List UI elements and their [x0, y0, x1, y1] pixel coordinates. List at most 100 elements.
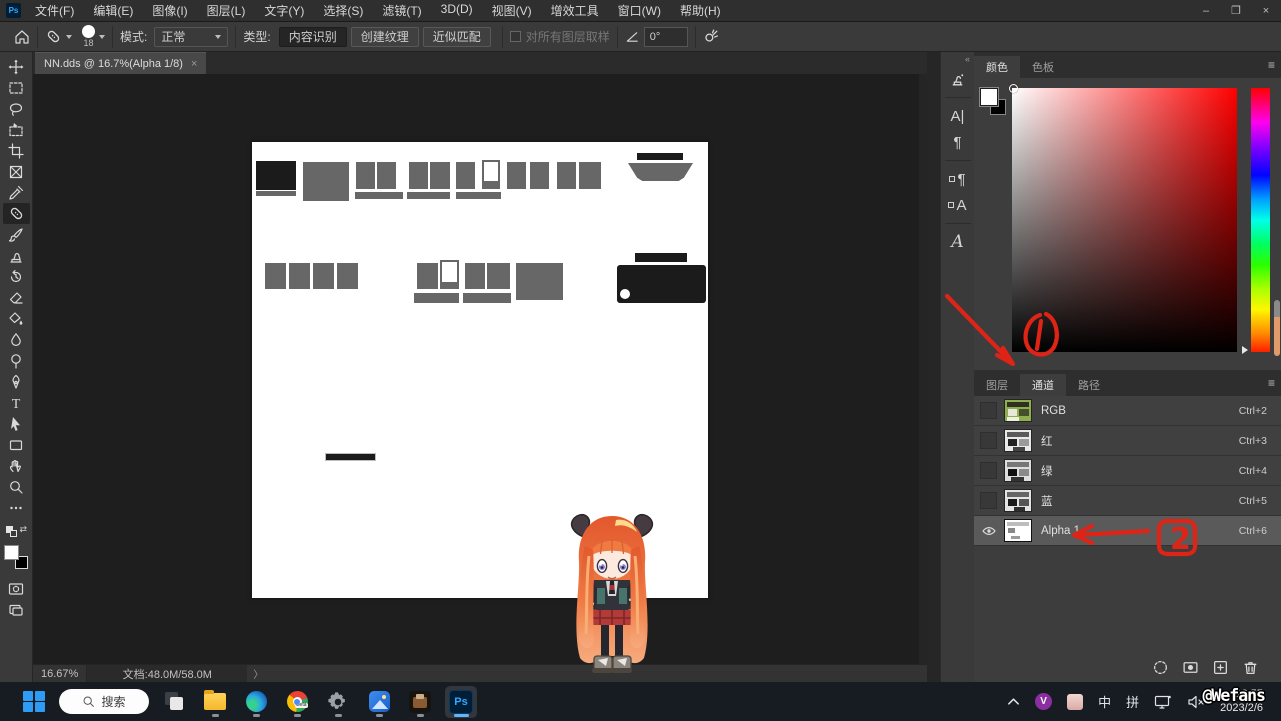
delete-channel-icon[interactable] — [1242, 659, 1259, 676]
ime-language-indicator[interactable]: 中 — [1098, 692, 1111, 711]
tray-avatar-icon[interactable] — [1067, 694, 1083, 710]
menu-help[interactable]: 帮助(H) — [680, 2, 721, 19]
tool-eyedropper[interactable] — [3, 182, 30, 203]
panel-menu-icon[interactable]: ≡ — [1268, 58, 1275, 72]
visibility-checkbox[interactable] — [980, 492, 997, 509]
swap-colors-icon[interactable]: ⇄ — [5, 524, 27, 536]
edge-button[interactable] — [240, 686, 272, 718]
menu-3d[interactable]: 3D(D) — [441, 2, 473, 19]
tab-close-icon[interactable]: × — [191, 58, 197, 70]
zoom-level-field[interactable]: 16.67% — [33, 665, 87, 682]
photoshop-taskbar-button[interactable]: Ps — [445, 686, 477, 718]
angle-input[interactable]: 0° — [644, 27, 688, 47]
foreground-background-swatches[interactable] — [3, 544, 29, 570]
pressure-icon[interactable] — [703, 28, 720, 45]
task-view-button[interactable] — [158, 686, 190, 718]
channel-row-blue[interactable]: 蓝 Ctrl+5 — [974, 486, 1281, 516]
tool-blur[interactable] — [3, 329, 30, 350]
game-app-button[interactable] — [404, 686, 436, 718]
menu-file[interactable]: 文件(F) — [35, 2, 74, 19]
visibility-checkbox[interactable] — [980, 402, 997, 419]
tool-move[interactable] — [3, 56, 30, 77]
tray-clock[interactable]: 19:55 2023/2/6 @Wefans — [1220, 688, 1263, 716]
panel-menu-icon[interactable]: ≡ — [1268, 376, 1275, 390]
tool-zoom[interactable] — [3, 476, 30, 497]
tool-clone-stamp[interactable] — [3, 245, 30, 266]
foreground-color-swatch[interactable] — [4, 545, 19, 560]
tool-type[interactable]: T — [3, 392, 30, 413]
character-styles-panel-button[interactable]: A — [943, 192, 973, 218]
tool-paint-bucket[interactable] — [3, 308, 30, 329]
menu-edit[interactable]: 编辑(E) — [93, 2, 133, 19]
tool-healing-brush[interactable] — [3, 203, 30, 224]
hue-slider-marker-icon[interactable] — [1242, 346, 1248, 354]
photos-button[interactable] — [363, 686, 395, 718]
screen-mode-button[interactable] — [3, 599, 30, 620]
brush-size-caret-icon[interactable] — [99, 35, 105, 39]
ime-pinyin-indicator[interactable]: 拼 — [1126, 692, 1139, 711]
tab-channels[interactable]: 通道 — [1020, 374, 1066, 396]
tool-eraser[interactable] — [3, 287, 30, 308]
visibility-eye[interactable] — [980, 522, 997, 539]
menu-select[interactable]: 选择(S) — [323, 2, 363, 19]
menu-layer[interactable]: 图层(L) — [207, 2, 246, 19]
tab-paths[interactable]: 路径 — [1066, 374, 1112, 396]
menu-view[interactable]: 视图(V) — [492, 2, 532, 19]
menu-plugins[interactable]: 增效工具 — [551, 2, 599, 19]
tool-dodge[interactable] — [3, 350, 30, 371]
minimize-button[interactable]: – — [1191, 0, 1221, 22]
tab-color[interactable]: 颜色 — [974, 56, 1020, 78]
expand-panels-icon[interactable]: « — [965, 54, 970, 64]
quick-mask-button[interactable] — [3, 578, 30, 599]
pen-display-icon[interactable] — [1154, 694, 1172, 710]
paragraph-styles-panel-button[interactable]: ¶ — [943, 166, 973, 192]
canvas-vertical-scrollbar[interactable] — [919, 74, 927, 664]
tab-layers[interactable]: 图层 — [974, 374, 1020, 396]
paragraph-panel-button[interactable]: ¶ — [943, 129, 973, 155]
hue-slider[interactable] — [1251, 88, 1270, 352]
sample-all-layers-checkbox[interactable] — [510, 31, 521, 42]
menu-image[interactable]: 图像(I) — [152, 2, 187, 19]
tool-shape[interactable] — [3, 434, 30, 455]
visibility-checkbox[interactable] — [980, 462, 997, 479]
clone-source-panel-button[interactable] — [943, 66, 973, 92]
tool-path-selection[interactable] — [3, 413, 30, 434]
taskbar-search[interactable]: 搜索 — [59, 689, 149, 714]
tool-preset-caret-icon[interactable] — [66, 35, 72, 39]
file-explorer-button[interactable] — [199, 686, 231, 718]
start-button[interactable] — [18, 686, 50, 718]
tool-pen[interactable] — [3, 371, 30, 392]
tool-object-selection[interactable] — [3, 119, 30, 140]
menu-window[interactable]: 窗口(W) — [618, 2, 661, 19]
tool-marquee[interactable] — [3, 77, 30, 98]
canvas-area[interactable] — [33, 74, 927, 664]
tool-lasso[interactable] — [3, 98, 30, 119]
content-aware-button[interactable]: 内容识别 — [279, 27, 347, 47]
tool-history-brush[interactable] — [3, 266, 30, 287]
character-panel-button[interactable]: A| — [943, 103, 973, 129]
new-channel-icon[interactable] — [1212, 659, 1229, 676]
brush-size-picker[interactable]: 18 — [82, 25, 95, 48]
channel-row-alpha1[interactable]: Alpha 1 Ctrl+6 — [974, 516, 1281, 546]
menu-type[interactable]: 文字(Y) — [264, 2, 304, 19]
healing-brush-icon[interactable] — [45, 28, 62, 45]
home-icon[interactable] — [14, 29, 30, 45]
tool-hand[interactable] — [3, 455, 30, 476]
channel-row-red[interactable]: 红 Ctrl+3 — [974, 426, 1281, 456]
proximity-match-button[interactable]: 近似匹配 — [423, 27, 491, 47]
channel-row-rgb[interactable]: RGB Ctrl+2 — [974, 396, 1281, 426]
menu-filter[interactable]: 滤镜(T) — [382, 2, 421, 19]
color-panel-swatches[interactable] — [980, 88, 1010, 120]
load-selection-icon[interactable] — [1152, 659, 1169, 676]
chrome-button[interactable]: Beta — [281, 686, 313, 718]
color-picker-ring[interactable] — [1009, 84, 1018, 93]
tool-brush[interactable] — [3, 224, 30, 245]
visibility-checkbox[interactable] — [980, 432, 997, 449]
save-selection-as-channel-icon[interactable] — [1182, 659, 1199, 676]
tool-frame[interactable] — [3, 161, 30, 182]
foreground-color-swatch[interactable] — [980, 88, 998, 106]
glyphs-panel-button[interactable]: A — [943, 229, 973, 255]
channel-row-green[interactable]: 绿 Ctrl+4 — [974, 456, 1281, 486]
close-button[interactable]: × — [1251, 0, 1281, 22]
mode-dropdown[interactable]: 正常 — [154, 27, 228, 47]
